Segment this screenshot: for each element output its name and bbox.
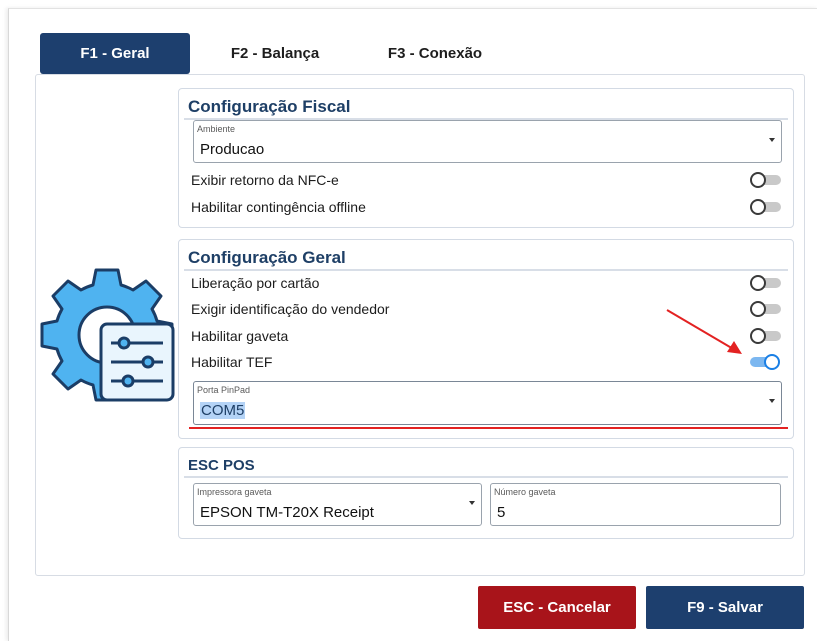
geral-card: Configuração Geral Liberação por cartão …: [178, 239, 794, 439]
fiscal-card: Configuração Fiscal Ambiente Producao Ex…: [178, 88, 794, 228]
geral-title: Configuração Geral: [188, 248, 346, 267]
caret-down-icon: [769, 399, 775, 403]
toggle-row-exibir-retorno: Exibir retorno da NFC-e: [191, 169, 781, 191]
toggle-row-contingencia: Habilitar contingência offline: [191, 196, 781, 218]
numero-gaveta-input[interactable]: Número gaveta 5: [490, 483, 781, 526]
toggle-label: Liberação por cartão: [191, 275, 320, 291]
ambiente-value: Producao: [200, 141, 265, 158]
toggle-label: Habilitar contingência offline: [191, 199, 366, 215]
impressora-gaveta-select[interactable]: Impressora gaveta EPSON TM-T20X Receipt: [193, 483, 482, 526]
toggle-row-gaveta: Habilitar gaveta: [191, 325, 781, 347]
toggle-label: Exigir identificação do vendedor: [191, 301, 390, 317]
porta-pinpad-value: COM5: [200, 402, 246, 419]
fiscal-title: Configuração Fiscal: [188, 97, 351, 116]
ambiente-select[interactable]: Ambiente Producao: [193, 120, 782, 163]
toggle-row-tef: Habilitar TEF: [191, 351, 781, 373]
identificacao-vendedor-toggle[interactable]: [750, 301, 781, 317]
gear-sliders-icon: [40, 268, 175, 402]
toggle-row-liberacao-cartao: Liberação por cartão: [191, 272, 781, 294]
divider: [184, 269, 788, 271]
toggle-label: Habilitar TEF: [191, 354, 273, 370]
impressora-gaveta-label: Impressora gaveta: [197, 487, 272, 497]
annotation-underline: [189, 427, 788, 429]
toggle-label: Exibir retorno da NFC-e: [191, 172, 339, 188]
save-button[interactable]: F9 - Salvar: [646, 586, 804, 629]
selected-text: COM5: [200, 402, 246, 419]
porta-pinpad-select[interactable]: Porta PinPad COM5: [193, 381, 782, 425]
gaveta-toggle[interactable]: [750, 328, 781, 344]
tab-geral[interactable]: F1 - Geral: [40, 33, 190, 74]
cancel-button[interactable]: ESC - Cancelar: [478, 586, 636, 629]
escpos-card: ESC POS Impressora gaveta EPSON TM-T20X …: [178, 447, 794, 539]
impressora-gaveta-value: EPSON TM-T20X Receipt: [200, 504, 374, 521]
escpos-title: ESC POS: [188, 457, 255, 474]
tef-toggle[interactable]: [750, 354, 781, 370]
caret-down-icon: [469, 501, 475, 505]
toggle-row-identificacao-vendedor: Exigir identificação do vendedor: [191, 298, 781, 320]
porta-pinpad-label: Porta PinPad: [197, 385, 251, 395]
tab-balanca[interactable]: F2 - Balança: [210, 33, 340, 74]
divider: [184, 476, 788, 478]
liberacao-cartao-toggle[interactable]: [750, 275, 781, 291]
ambiente-label: Ambiente: [197, 124, 236, 134]
toggle-label: Habilitar gaveta: [191, 328, 289, 344]
tab-conexao[interactable]: F3 - Conexão: [365, 33, 505, 74]
exibir-retorno-toggle[interactable]: [750, 172, 781, 188]
caret-down-icon: [769, 138, 775, 142]
contingencia-offline-toggle[interactable]: [750, 199, 781, 215]
numero-gaveta-label: Número gaveta: [494, 487, 556, 497]
numero-gaveta-value: 5: [497, 504, 506, 521]
